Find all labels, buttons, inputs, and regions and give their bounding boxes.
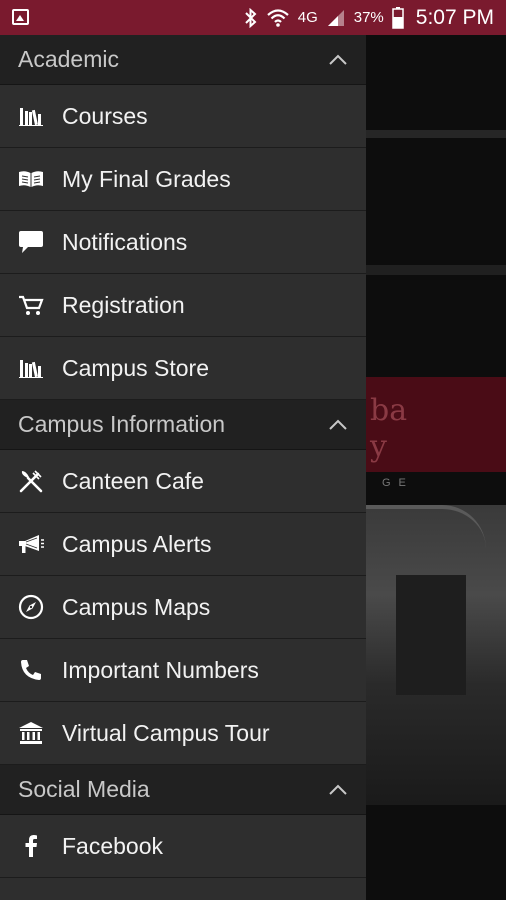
menu-item-label: Campus Alerts: [62, 530, 212, 557]
status-bar: 4G 37% 5:07 PM: [0, 0, 506, 35]
menu-item-label: Campus Maps: [62, 593, 211, 620]
menu-item-label: Canteen Cafe: [62, 467, 204, 494]
battery-percent: 37%: [353, 9, 384, 26]
section-header-campus-information[interactable]: Campus Information: [0, 400, 366, 450]
chevron-up-icon: [329, 54, 347, 65]
menu-item-campus-alerts[interactable]: Campus Alerts: [0, 513, 366, 576]
menu-item-important-numbers[interactable]: Important Numbers: [0, 639, 366, 702]
megaphone-icon: [0, 533, 62, 555]
menu-item-canteen-cafe[interactable]: Canteen Cafe: [0, 450, 366, 513]
menu-item-campus-store[interactable]: Campus Store: [0, 337, 366, 400]
background-band: [366, 130, 506, 138]
menu-item-label: Courses: [62, 102, 148, 129]
menu-item-courses[interactable]: Courses: [0, 85, 366, 148]
background-band: [366, 265, 506, 275]
section-title: Academic: [18, 46, 119, 72]
gallery-notification-icon: [12, 9, 29, 25]
menu-item-label: Campus Store: [62, 354, 210, 381]
network-type: 4G: [297, 9, 318, 26]
fork-knife-icon: [0, 468, 62, 494]
menu-item-label: My Final Grades: [62, 165, 231, 192]
menu-item-label: Notifications: [62, 228, 188, 255]
banner-text: ba: [370, 393, 408, 428]
cart-icon: [0, 294, 62, 316]
menu-item-virtual-campus-tour[interactable]: Virtual Campus Tour: [0, 702, 366, 765]
section-title: Campus Information: [18, 411, 226, 437]
bluetooth-icon: [244, 7, 258, 28]
phone-icon: [0, 658, 62, 682]
menu-item-label: Facebook: [62, 832, 164, 859]
open-book-icon: [0, 169, 62, 189]
menu-item-registration[interactable]: Registration: [0, 274, 366, 337]
menu-item-notifications[interactable]: Notifications: [0, 211, 366, 274]
banner-text: y: [370, 429, 387, 464]
section-title: Social Media: [18, 776, 150, 802]
museum-icon: [0, 721, 62, 745]
section-header-social-media[interactable]: Social Media: [0, 765, 366, 815]
battery-icon: [392, 6, 404, 29]
status-indicators: 4G 37% 5:07 PM: [244, 0, 494, 35]
chevron-up-icon: [329, 419, 347, 430]
chevron-up-icon: [329, 784, 347, 795]
navigation-drawer: Academic Courses My Final Grades Notific…: [0, 35, 366, 900]
campus-building-image: [366, 505, 506, 805]
books-icon: [0, 358, 62, 378]
menu-item-campus-maps[interactable]: Campus Maps: [0, 576, 366, 639]
menu-item-facebook[interactable]: Facebook: [0, 815, 366, 878]
speech-bubble-icon: [0, 230, 62, 254]
menu-item-my-final-grades[interactable]: My Final Grades: [0, 148, 366, 211]
wifi-icon: [266, 8, 290, 28]
facebook-icon: [0, 835, 62, 857]
banner-subtext: GE: [382, 477, 414, 489]
books-icon: [0, 106, 62, 126]
section-header-academic[interactable]: Academic: [0, 35, 366, 85]
signal-icon: [326, 8, 346, 28]
menu-item-label: Registration: [62, 291, 185, 318]
background-logo-banner: ba y: [366, 377, 506, 472]
compass-icon: [0, 594, 62, 620]
clock: 5:07 PM: [415, 5, 494, 29]
menu-item-label: Virtual Campus Tour: [62, 719, 270, 746]
menu-item-label: Important Numbers: [62, 656, 259, 683]
background-content: ba y GE: [366, 35, 506, 900]
